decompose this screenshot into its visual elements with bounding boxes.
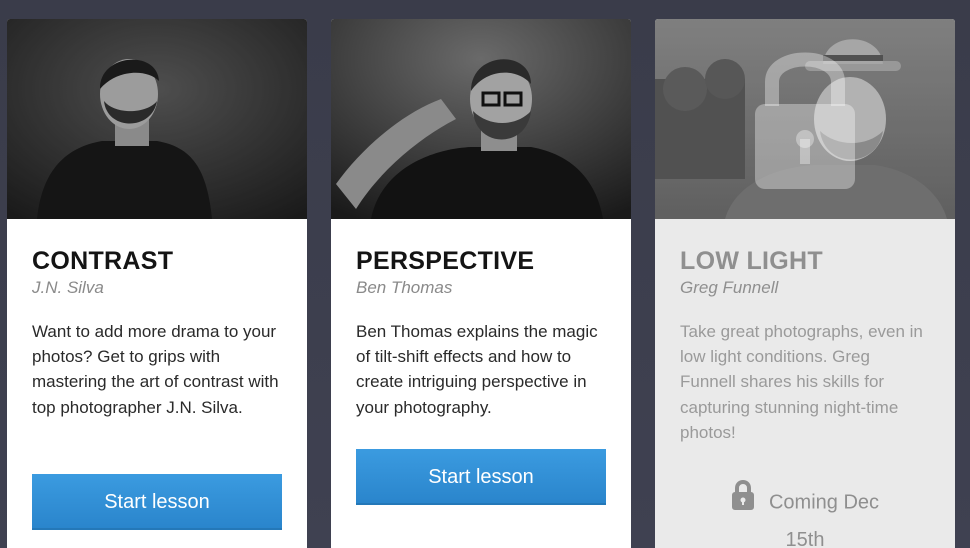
start-lesson-button[interactable]: Start lesson: [356, 449, 606, 505]
lock-icon: [731, 479, 755, 521]
lesson-photo: [7, 19, 307, 219]
lesson-description: Want to add more drama to your photos? G…: [32, 322, 279, 417]
lesson-title: CONTRAST: [32, 247, 174, 275]
lesson-description: Take great photographs, even in low ligh…: [680, 322, 923, 442]
lessons-page: CONTRAST J.N. Silva Want to add more dra…: [0, 0, 970, 548]
lesson-title: PERSPECTIVE: [356, 247, 535, 275]
lesson-card-perspective: PERSPECTIVE Ben Thomas Ben Thomas explai…: [331, 19, 631, 548]
lesson-author: Greg Funnell: [680, 278, 779, 297]
lesson-photo: [655, 19, 955, 219]
lesson-card-low-light: LOW LIGHT Greg Funnell Take great photog…: [655, 19, 955, 548]
lesson-title: LOW LIGHT: [680, 247, 823, 275]
lesson-card-contrast: CONTRAST J.N. Silva Want to add more dra…: [7, 19, 307, 548]
lesson-author: J.N. Silva: [32, 278, 104, 297]
coming-soon-label: Coming Dec: [768, 491, 880, 514]
coming-soon-date: 15th: [785, 529, 825, 548]
start-lesson-button[interactable]: Start lesson: [32, 474, 282, 530]
lesson-description: Ben Thomas explains the magic of tilt-sh…: [356, 322, 598, 417]
coming-soon-status: Coming Dec 15th: [655, 479, 955, 548]
lesson-author: Ben Thomas: [356, 278, 453, 297]
lock-icon: [755, 52, 855, 189]
lesson-photo: [331, 19, 631, 219]
